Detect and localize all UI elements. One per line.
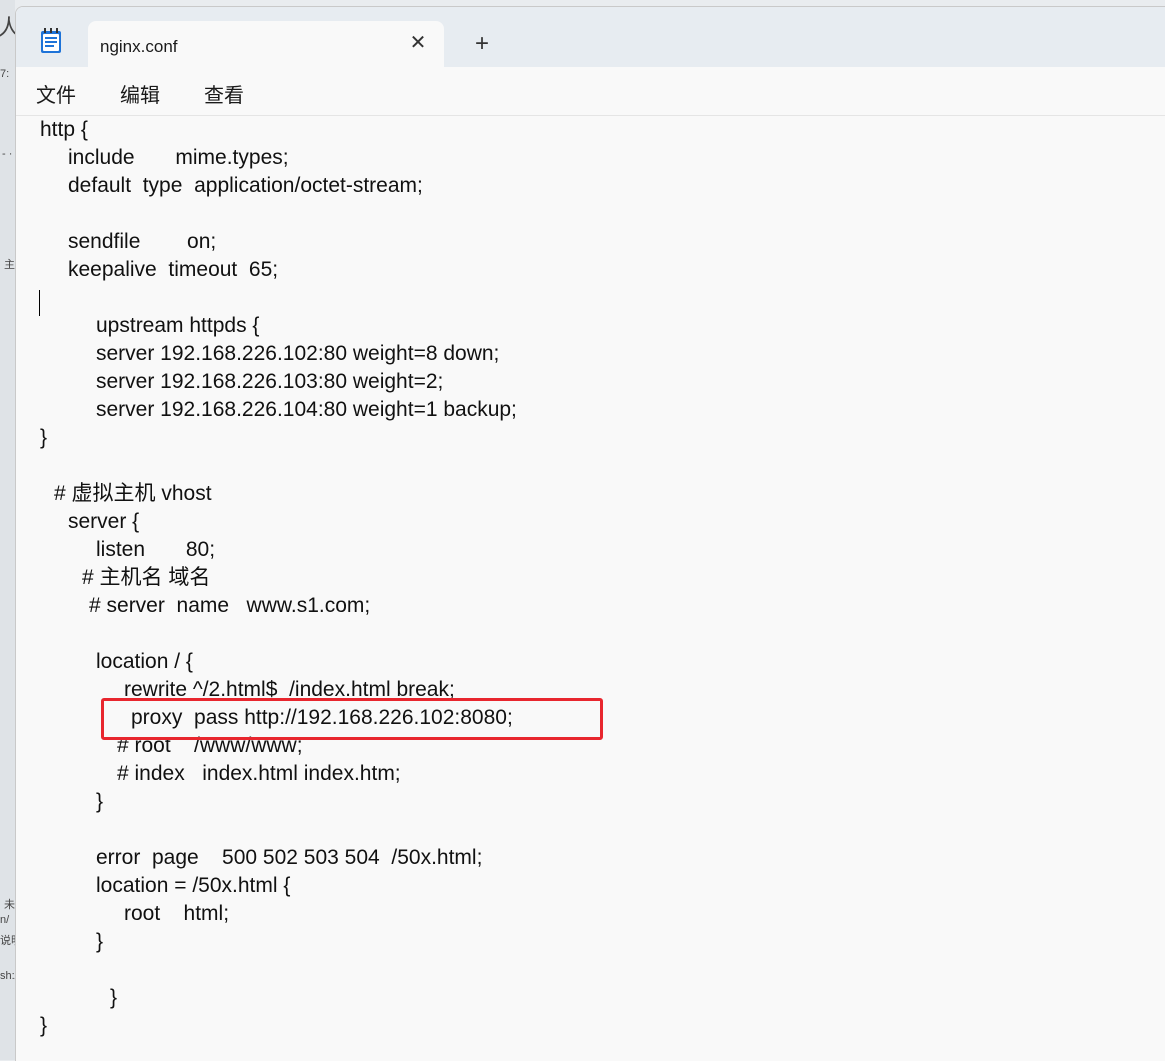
notepad-window: nginx.conf ✕ + 文件 编辑 查看 http { include m… — [15, 6, 1165, 1061]
annotation-highlight-box — [101, 698, 603, 740]
background-text: sh:/ — [0, 970, 15, 982]
menu-file[interactable]: 文件 — [36, 79, 76, 108]
title-bar: nginx.conf ✕ + — [16, 7, 1165, 69]
background-text: 说明 — [0, 935, 15, 947]
background-text: 7: — [0, 68, 10, 80]
code-line: keepalive timeout 65; — [68, 258, 279, 281]
notepad-icon — [40, 28, 62, 54]
code-line: error page 500 502 503 504 /50x.html; — [96, 846, 483, 869]
code-line: } — [96, 930, 104, 953]
background-text: - · — [2, 148, 13, 160]
code-line: http { — [40, 118, 88, 141]
background-text: 主 — [4, 259, 15, 271]
code-line: # server name www.s1.com; — [89, 594, 371, 617]
new-tab-button[interactable]: + — [468, 31, 496, 59]
code-line: } — [96, 790, 104, 813]
background-text: 未 — [4, 899, 15, 911]
code-line: server { — [68, 510, 140, 533]
tab-title: nginx.conf — [100, 37, 178, 56]
background-text: n/ — [0, 914, 10, 926]
code-line: upstream httpds { — [96, 314, 260, 337]
code-line: location / { — [96, 650, 193, 673]
code-line: } — [40, 1014, 48, 1037]
code-line: server 192.168.226.103:80 weight=2; — [96, 370, 444, 393]
code-line: # 虚拟主机 vhost — [54, 482, 212, 505]
code-line: } — [110, 986, 118, 1009]
code-line: listen 80; — [96, 538, 216, 561]
code-line: default type application/octet-stream; — [68, 174, 423, 197]
code-line: server 192.168.226.102:80 weight=8 down; — [96, 342, 500, 365]
code-line: sendfile on; — [68, 230, 217, 253]
code-line: root html; — [124, 902, 230, 925]
code-line: server 192.168.226.104:80 weight=1 backu… — [96, 398, 517, 421]
menu-edit[interactable]: 编辑 — [120, 79, 160, 108]
text-editor[interactable]: http { include mime.types; default type … — [16, 116, 1165, 1061]
menu-view[interactable]: 查看 — [204, 79, 244, 108]
text-caret — [39, 290, 40, 316]
close-icon[interactable]: ✕ — [406, 31, 430, 55]
code-line: # index index.html index.htm; — [117, 762, 401, 785]
menu-bar: 文件 编辑 查看 — [16, 67, 1165, 116]
code-line: } — [40, 426, 48, 449]
background-text: 人 — [0, 15, 15, 40]
code-line: include mime.types; — [68, 146, 289, 169]
code-line: location = /50x.html { — [96, 874, 291, 897]
code-line: # 主机名 域名 — [82, 566, 211, 589]
tab-nginx-conf[interactable]: nginx.conf ✕ — [88, 21, 444, 69]
background-window-strip: 人 7: - · 主 未 n/ 说明 sh:/ — [0, 0, 15, 1060]
